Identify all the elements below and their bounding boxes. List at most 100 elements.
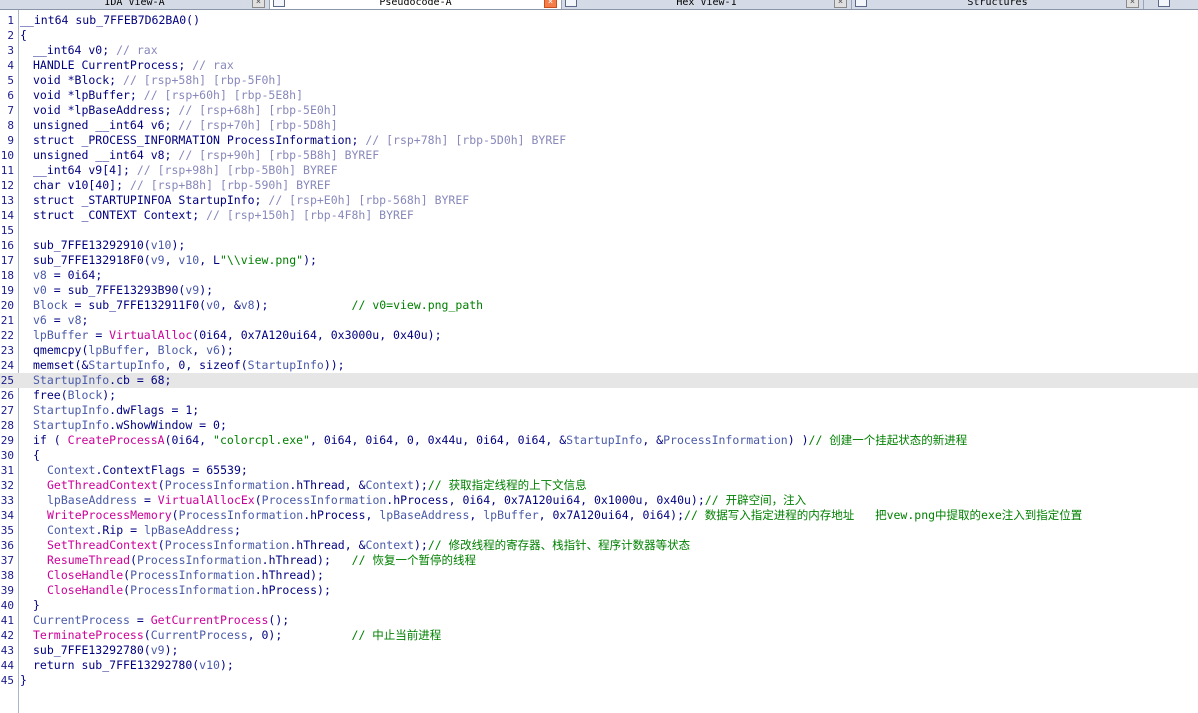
- code-token: v0: [33, 283, 47, 297]
- code-line[interactable]: 17 sub_7FFE132918F0(v9, v10, L"\\view.png…: [0, 253, 1198, 268]
- code-line[interactable]: 18 v8 = 0i64;: [0, 268, 1198, 283]
- line-number: 38: [0, 569, 14, 582]
- line-number: 20: [0, 299, 14, 312]
- code-token: v9: [185, 283, 200, 297]
- code-line[interactable]: 7 void *lpBaseAddress; // [rsp+68h] [rbp-…: [0, 103, 1198, 118]
- code-line[interactable]: 5 void *Block; // [rsp+58h] [rbp-5F0h]: [0, 73, 1198, 88]
- line-number: 4: [7, 59, 14, 72]
- code-line[interactable]: 12 char v10[40]; // [rsp+B8h] [rbp-590h] …: [0, 178, 1198, 193]
- code-line[interactable]: 4 HANDLE CurrentProcess; // rax: [0, 58, 1198, 73]
- tab-structures[interactable]: Structures ×: [852, 0, 1144, 9]
- code-line[interactable]: 10 unsigned __int64 v8; // [rsp+90h] [rbp…: [0, 148, 1198, 163]
- code-line[interactable]: 3 __int64 v0; // rax: [0, 43, 1198, 58]
- code-token: // 恢复一个暂停的线程: [351, 553, 476, 567]
- line-number: 41: [0, 614, 14, 627]
- code-token: Context: [47, 463, 96, 477]
- code-token: ;: [233, 523, 241, 537]
- code-token: // v0=view.png_path: [351, 298, 484, 312]
- code-line[interactable]: 22 lpBuffer = VirtualAlloc(0i64, 0x7A120u…: [0, 328, 1198, 343]
- code-line[interactable]: 29 if ( CreateProcessA(0i64, "colorcpl.ex…: [0, 433, 1198, 448]
- code-token: .hThread, &: [289, 538, 366, 552]
- code-line[interactable]: 30 {: [0, 448, 1198, 463]
- tab-enums[interactable]: [1144, 0, 1198, 9]
- close-icon[interactable]: ×: [544, 0, 557, 8]
- code-line[interactable]: 42 TerminateProcess(CurrentProcess, 0); /…: [0, 628, 1198, 643]
- code-line[interactable]: 33 lpBaseAddress = VirtualAllocEx(Process…: [0, 493, 1198, 508]
- code-line[interactable]: 1 __int64 sub_7FFEB7D62BA0(): [0, 13, 1198, 28]
- code-line[interactable]: 45}: [0, 673, 1198, 688]
- code-line[interactable]: 23 qmemcpy(lpBuffer, Block, v6);: [0, 343, 1198, 358]
- code-line[interactable]: 16 sub_7FFE13292910(v10);: [0, 238, 1198, 253]
- line-number: 36: [0, 539, 14, 552]
- code-line[interactable]: 25 StartupInfo.cb = 68;: [0, 373, 1198, 388]
- line-number: 37: [0, 554, 14, 567]
- code-token: ProcessInformation: [663, 433, 788, 447]
- line-number: 1: [7, 14, 14, 27]
- code-line[interactable]: 34 WriteProcessMemory(ProcessInformation.…: [0, 508, 1198, 523]
- code-line[interactable]: 26 free(Block);: [0, 388, 1198, 403]
- code-line[interactable]: 39 CloseHandle(ProcessInformation.hProces…: [0, 583, 1198, 598]
- code-line[interactable]: 36 SetThreadContext(ProcessInformation.hT…: [0, 538, 1198, 553]
- tab-pseudocode-a[interactable]: Pseudocode-A ×: [270, 0, 562, 9]
- code-token: // 中止当前进程: [351, 628, 442, 642]
- code-line[interactable]: 6 void *lpBuffer; // [rsp+60h] [rbp-5E8h]: [0, 88, 1198, 103]
- code-text: }: [33, 598, 40, 613]
- line-number: 10: [0, 149, 14, 162]
- close-icon[interactable]: ×: [252, 0, 265, 8]
- tab-hex-view-1[interactable]: Hex View-1 ×: [562, 0, 852, 9]
- code-line[interactable]: 14 struct _CONTEXT Context; // [rsp+150h]…: [0, 208, 1198, 223]
- code-token: ,: [469, 508, 484, 522]
- code-token: StartupInfo: [33, 418, 110, 432]
- code-line[interactable]: 9 struct _PROCESS_INFORMATION ProcessInfo…: [0, 133, 1198, 148]
- code-token: .dwFlags = 1;: [109, 403, 200, 417]
- code-line[interactable]: 37 ResumeThread(ProcessInformation.hThrea…: [0, 553, 1198, 568]
- code-line[interactable]: 44 return sub_7FFE13292780(v10);: [0, 658, 1198, 673]
- code-line[interactable]: 19 v0 = sub_7FFE13293B90(v9);: [0, 283, 1198, 298]
- code-line[interactable]: 43 sub_7FFE13292780(v9);: [0, 643, 1198, 658]
- tab-bar: IDA View-A × Pseudocode-A × Hex View-1 ×…: [0, 0, 1198, 10]
- code-line[interactable]: 21 v6 = v8;: [0, 313, 1198, 328]
- code-token: // [rsp+58h] [rbp-5F0h]: [123, 73, 283, 87]
- code-line[interactable]: 2{: [0, 28, 1198, 43]
- code-token: Context: [47, 523, 96, 537]
- code-line[interactable]: 41 CurrentProcess = GetCurrentProcess();: [0, 613, 1198, 628]
- code-token: = sub_7FFE13293B90(: [46, 283, 186, 297]
- line-number: 9: [7, 134, 14, 147]
- code-token: );: [219, 658, 234, 672]
- code-line[interactable]: 38 CloseHandle(ProcessInformation.hThread…: [0, 568, 1198, 583]
- code-line[interactable]: 32 GetThreadContext(ProcessInformation.hT…: [0, 478, 1198, 493]
- code-line[interactable]: 11 __int64 v9[4]; // [rsp+98h] [rbp-5B0h]…: [0, 163, 1198, 178]
- code-token: memset(&: [33, 358, 89, 372]
- code-token: void *lpBaseAddress;: [33, 103, 179, 117]
- code-token: VirtualAllocEx: [157, 493, 255, 507]
- code-token: }: [33, 598, 40, 612]
- code-token: (: [157, 478, 165, 492]
- code-line[interactable]: 40}: [0, 598, 1198, 613]
- code-line[interactable]: 15: [0, 223, 1198, 238]
- close-icon[interactable]: ×: [1126, 0, 1139, 8]
- line-number: 19: [0, 284, 14, 297]
- code-text: __int64 v0; // rax: [33, 43, 158, 58]
- code-line[interactable]: 27 StartupInfo.dwFlags = 1;: [0, 403, 1198, 418]
- code-token: Context: [365, 478, 414, 492]
- code-token: v6: [206, 343, 220, 357]
- code-line[interactable]: 20 Block = sub_7FFE132911F0(v0, &v8); // …: [0, 298, 1198, 313]
- pseudocode-editor[interactable]: 1 __int64 sub_7FFEB7D62BA0() 2{3 __int64 v0…: [0, 10, 1198, 713]
- code-token: =: [46, 313, 68, 327]
- code-text: void *lpBaseAddress; // [rsp+68h] [rbp-5…: [33, 103, 338, 118]
- code-token: // 创建一个挂起状态的新进程: [808, 433, 968, 447]
- code-text: return sub_7FFE13292780(v10);: [33, 658, 234, 673]
- close-icon[interactable]: ×: [834, 0, 847, 8]
- code-line[interactable]: 35 Context.Rip = lpBaseAddress;: [0, 523, 1198, 538]
- code-line[interactable]: 8 unsigned __int64 v6; // [rsp+70h] [rbp-…: [0, 118, 1198, 133]
- code-line[interactable]: 13 struct _STARTUPINFOA StartupInfo; // […: [0, 193, 1198, 208]
- code-line[interactable]: 31 Context.ContextFlags = 65539;: [0, 463, 1198, 478]
- code-token: __int64 v9[4];: [33, 163, 137, 177]
- line-number: 18: [0, 269, 14, 282]
- code-token: );: [219, 343, 234, 357]
- code-line[interactable]: 24 memset(&StartupInfo, 0, sizeof(Startup…: [0, 358, 1198, 373]
- tab-ida-view-a[interactable]: IDA View-A ×: [0, 0, 270, 9]
- code-token: // [rsp+150h] [rbp-4F8h] BYREF: [206, 208, 414, 222]
- code-line[interactable]: 28 StartupInfo.wShowWindow = 0;: [0, 418, 1198, 433]
- code-token: // rax: [116, 43, 158, 57]
